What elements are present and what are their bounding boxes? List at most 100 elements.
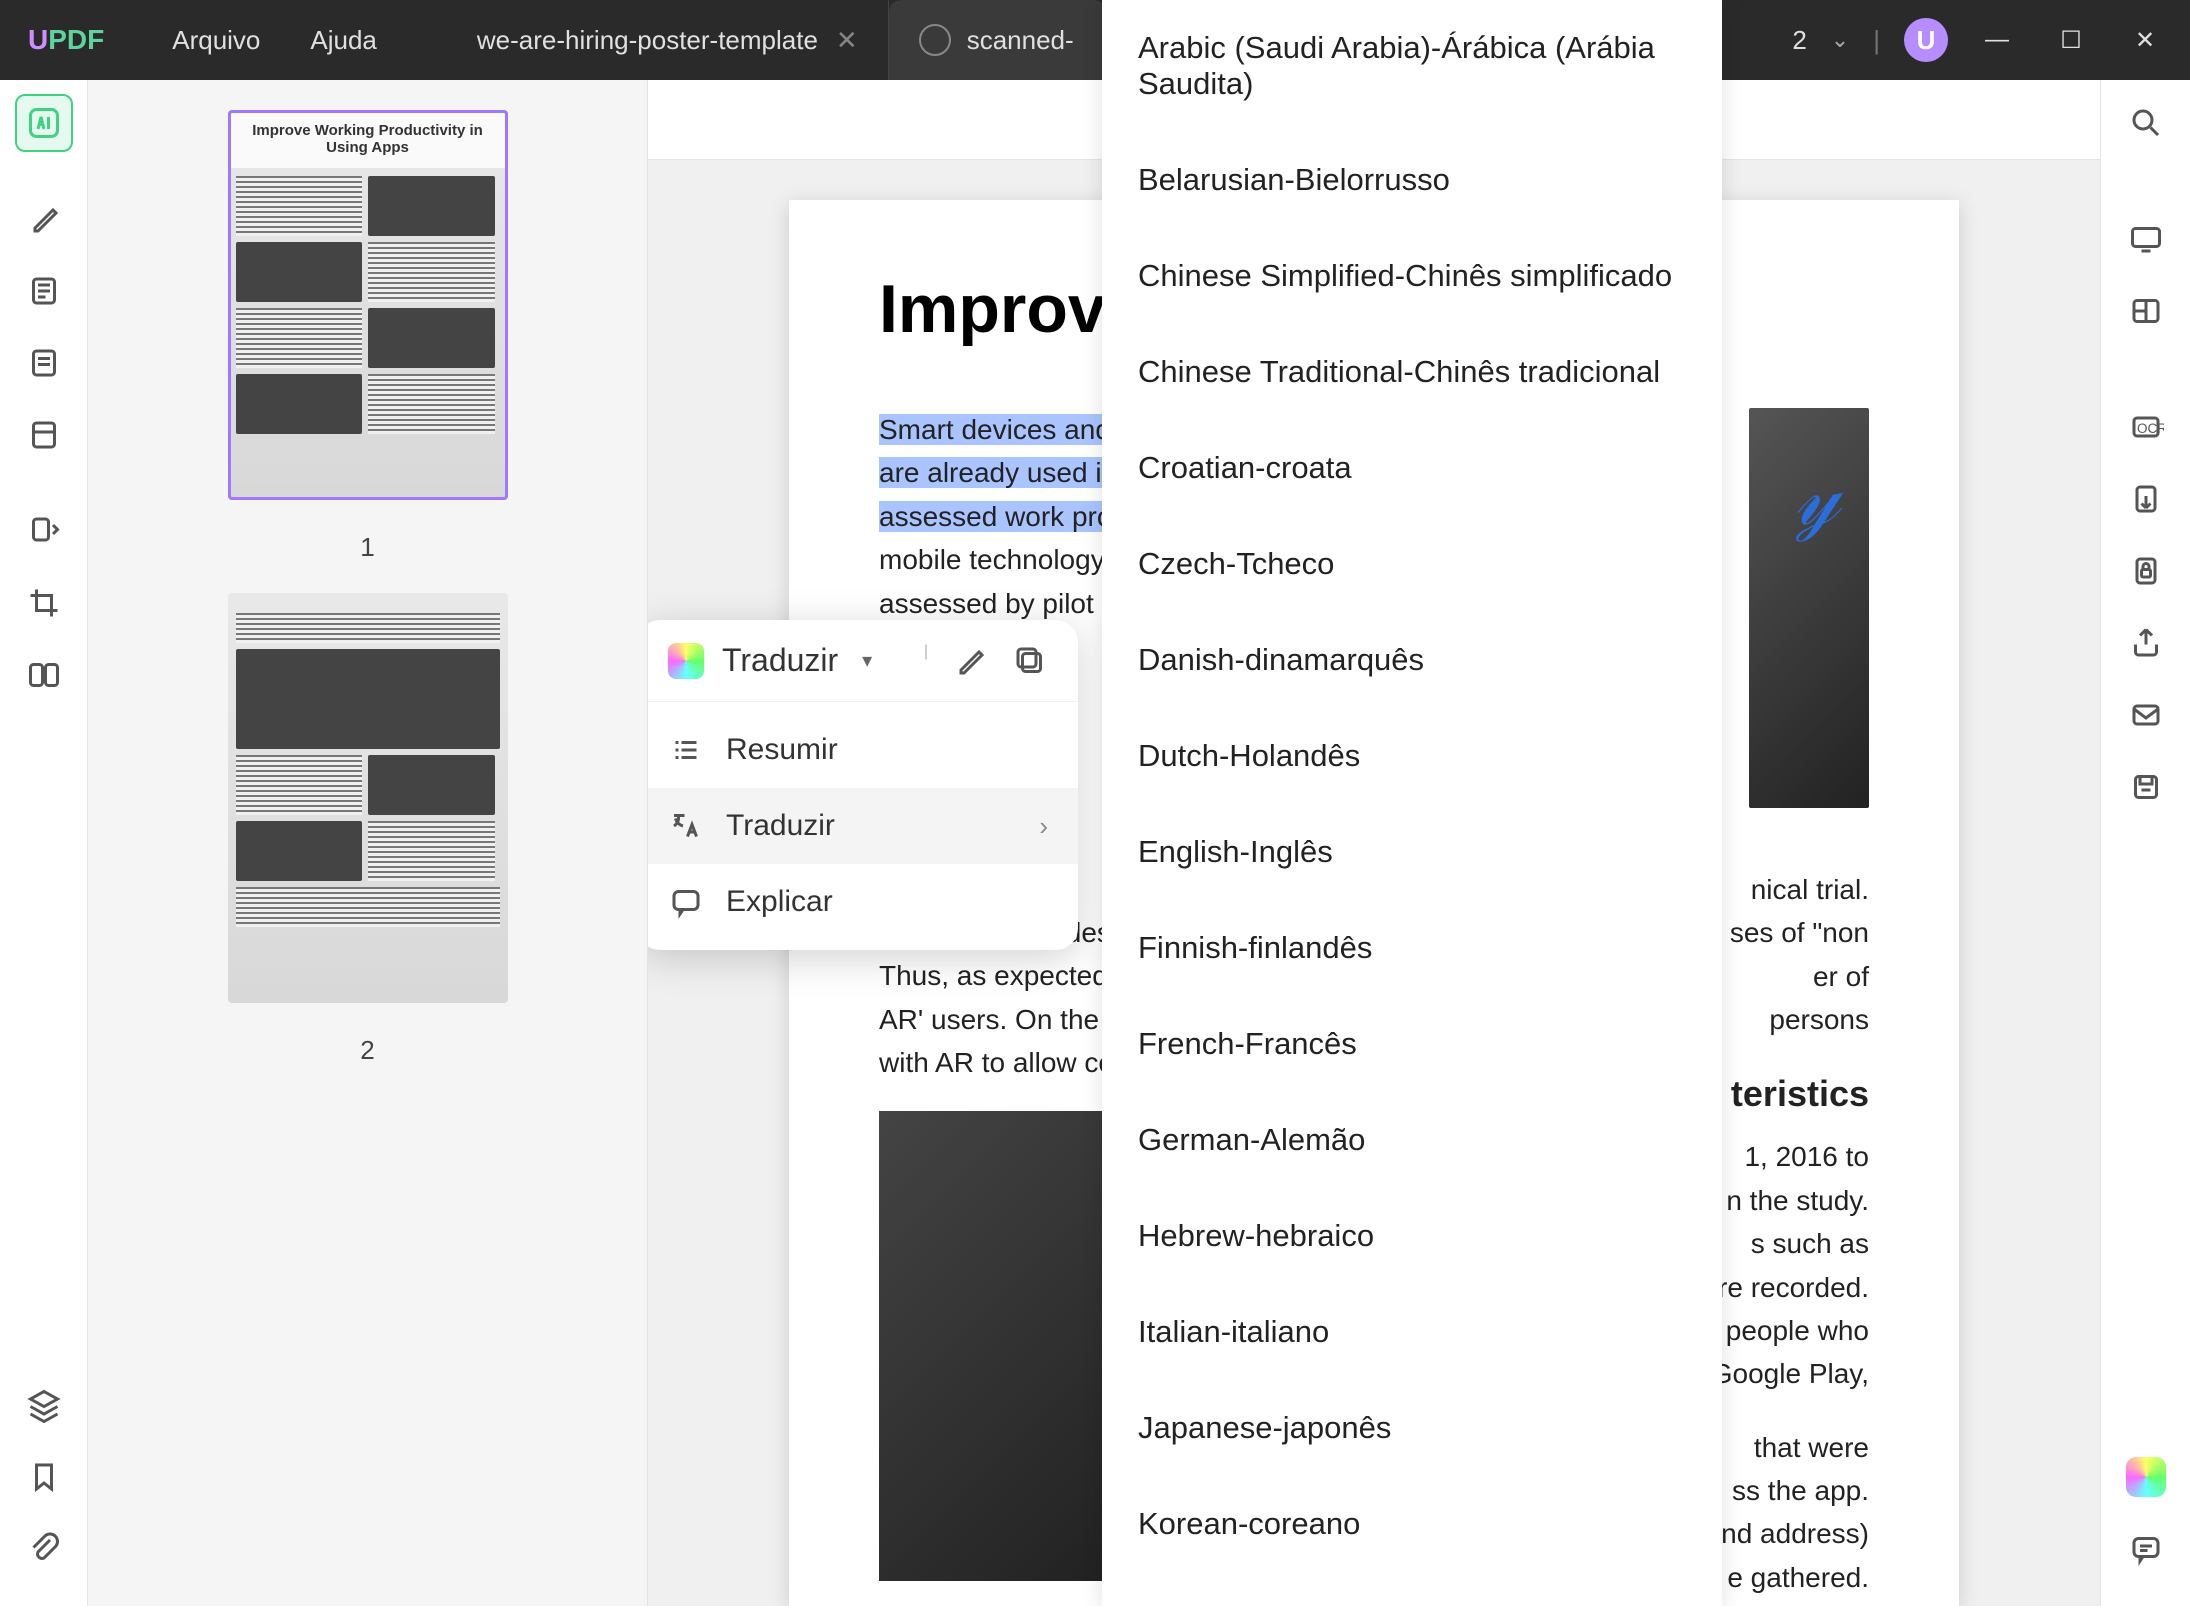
divider: |	[1873, 25, 1880, 56]
language-option[interactable]: Czech-Tcheco	[1102, 516, 1722, 612]
left-toolbar	[0, 80, 88, 1606]
language-option[interactable]: Finnish-finlandês	[1102, 900, 1722, 996]
language-option[interactable]: Dutch-Holandês	[1102, 708, 1722, 804]
crop-tool[interactable]	[15, 574, 73, 632]
text-fragment: nd address)	[1709, 1512, 1869, 1555]
comment-tool[interactable]	[2117, 1520, 2175, 1578]
text-fragment: Google Play,	[1709, 1352, 1869, 1395]
titlebar-right: 2 ⌄ | U — ☐ ✕	[1792, 18, 2190, 62]
insert-tool[interactable]	[15, 502, 73, 560]
user-avatar[interactable]: U	[1904, 18, 1948, 62]
thumbnail-2[interactable]	[228, 593, 508, 1003]
edit-tool[interactable]	[15, 334, 73, 392]
close-icon[interactable]: ✕	[836, 25, 858, 56]
titlebar: UPDF Arquivo Ajuda we-are-hiring-poster-…	[0, 0, 2190, 80]
bookmark-tool[interactable]	[15, 1448, 73, 1506]
save-tool[interactable]	[2117, 758, 2175, 816]
maximize-button[interactable]: ☐	[2046, 26, 2096, 55]
present-tool[interactable]	[2117, 210, 2175, 268]
ocr-tool[interactable]: OCR	[2117, 398, 2175, 456]
language-option[interactable]: Chinese Simplified-Chinês simplificado	[1102, 228, 1722, 324]
ai-menu-list: Resumir Traduzir › Explicar	[648, 702, 1078, 950]
tab-scanned[interactable]: scanned-	[889, 0, 1105, 80]
extract-tool[interactable]	[2117, 470, 2175, 528]
language-option[interactable]: Korean-coreano	[1102, 1476, 1722, 1572]
page-tool[interactable]	[15, 406, 73, 464]
language-option[interactable]: Italian-italiano	[1102, 1284, 1722, 1380]
note-tool[interactable]	[15, 262, 73, 320]
text-fragment: ss the app.	[1709, 1469, 1869, 1512]
menu-help[interactable]: Ajuda	[310, 25, 377, 56]
divider: |	[924, 643, 928, 679]
ai-popup: Traduzir ▾ | Resumir Traduzir	[648, 620, 1078, 950]
attach-tool[interactable]	[15, 1520, 73, 1578]
ai-popup-title[interactable]: Traduzir	[722, 642, 838, 679]
workspace: Improve Working Productivity in Using Ap…	[0, 80, 2190, 1606]
language-option[interactable]: Croatian-croata	[1102, 420, 1722, 516]
text-fragment: ses of "non	[1709, 911, 1869, 954]
language-option[interactable]: Danish-dinamarquês	[1102, 612, 1722, 708]
tab-label: scanned-	[967, 25, 1074, 56]
language-option[interactable]: German-Alemão	[1102, 1092, 1722, 1188]
menu-file[interactable]: Arquivo	[172, 25, 260, 56]
ai-menu-summarize[interactable]: Resumir	[648, 712, 1078, 788]
tab-hiring-poster[interactable]: we-are-hiring-poster-template ✕	[447, 0, 889, 80]
translate-icon	[668, 808, 704, 844]
menu-label: Explicar	[726, 885, 833, 919]
panel-tool[interactable]	[2117, 282, 2175, 340]
protect-tool[interactable]	[2117, 542, 2175, 600]
language-dropdown: Arabic (Saudi Arabia)-Árábica (Arábia Sa…	[1102, 0, 1722, 1606]
tab-status-icon	[919, 24, 951, 56]
thumbnail-1[interactable]: Improve Working Productivity in Using Ap…	[228, 110, 508, 500]
page-count: 2	[1792, 25, 1806, 56]
chevron-down-icon[interactable]: ⌄	[1831, 27, 1849, 53]
thumbnail-2-number: 2	[138, 1023, 597, 1096]
ai-popup-tools: |	[924, 643, 1048, 679]
text-fragment: that were	[1709, 1426, 1869, 1469]
text-fragment: s such as	[1709, 1222, 1869, 1265]
text-fragment: re recorded.	[1709, 1266, 1869, 1309]
logo-pdf: PDF	[48, 24, 104, 55]
thumbnail-panel: Improve Working Productivity in Using Ap…	[88, 80, 648, 1606]
chat-icon	[668, 884, 704, 920]
copy-icon[interactable]	[1012, 643, 1048, 679]
language-option[interactable]: Belarusian-Bielorrusso	[1102, 132, 1722, 228]
language-option[interactable]: Norwegian-norueguês	[1102, 1572, 1722, 1606]
text-fragment: clinical	[1709, 1599, 1869, 1606]
language-option[interactable]: Hebrew-hebraico	[1102, 1188, 1722, 1284]
app-logo: UPDF	[0, 24, 132, 56]
chevron-down-icon[interactable]: ▾	[862, 648, 872, 673]
ai-tool[interactable]	[15, 94, 73, 152]
text-fragment: people who	[1709, 1309, 1869, 1352]
language-option[interactable]: Arabic (Saudi Arabia)-Árábica (Arábia Sa…	[1102, 0, 1722, 132]
right-toolbar: OCR	[2100, 80, 2190, 1606]
text-fragment: e gathered.	[1709, 1556, 1869, 1599]
share-tool[interactable]	[2117, 614, 2175, 672]
language-option[interactable]: Japanese-japonês	[1102, 1380, 1722, 1476]
mail-tool[interactable]	[2117, 686, 2175, 744]
compare-tool[interactable]	[15, 646, 73, 704]
tab-label: we-are-hiring-poster-template	[477, 25, 818, 56]
language-option[interactable]: French-Francês	[1102, 996, 1722, 1092]
text-fragment: er of persons	[1709, 955, 1869, 1042]
layers-tool[interactable]	[15, 1376, 73, 1434]
list-icon	[668, 732, 704, 768]
thumbnail-1-number: 1	[138, 520, 597, 593]
menu-label: Resumir	[726, 733, 838, 767]
ai-assistant-button[interactable]	[2117, 1448, 2175, 1506]
text-fragment: n the study.	[1709, 1179, 1869, 1222]
text-fragment: 1, 2016 to	[1709, 1135, 1869, 1178]
search-tool[interactable]	[2117, 94, 2175, 152]
highlighter-icon[interactable]	[952, 643, 988, 679]
text-fragment: nical trial.	[1709, 868, 1869, 911]
ai-menu-explain[interactable]: Explicar	[648, 864, 1078, 940]
svg-text:OCR: OCR	[2137, 421, 2164, 436]
ai-logo-icon	[668, 643, 704, 679]
highlighter-tool[interactable]	[15, 190, 73, 248]
close-button[interactable]: ✕	[2120, 26, 2170, 55]
ai-menu-translate[interactable]: Traduzir ›	[648, 788, 1078, 864]
main-menu: Arquivo Ajuda	[132, 25, 417, 56]
language-option[interactable]: Chinese Traditional-Chinês tradicional	[1102, 324, 1722, 420]
language-option[interactable]: English-Inglês	[1102, 804, 1722, 900]
minimize-button[interactable]: —	[1972, 26, 2022, 54]
